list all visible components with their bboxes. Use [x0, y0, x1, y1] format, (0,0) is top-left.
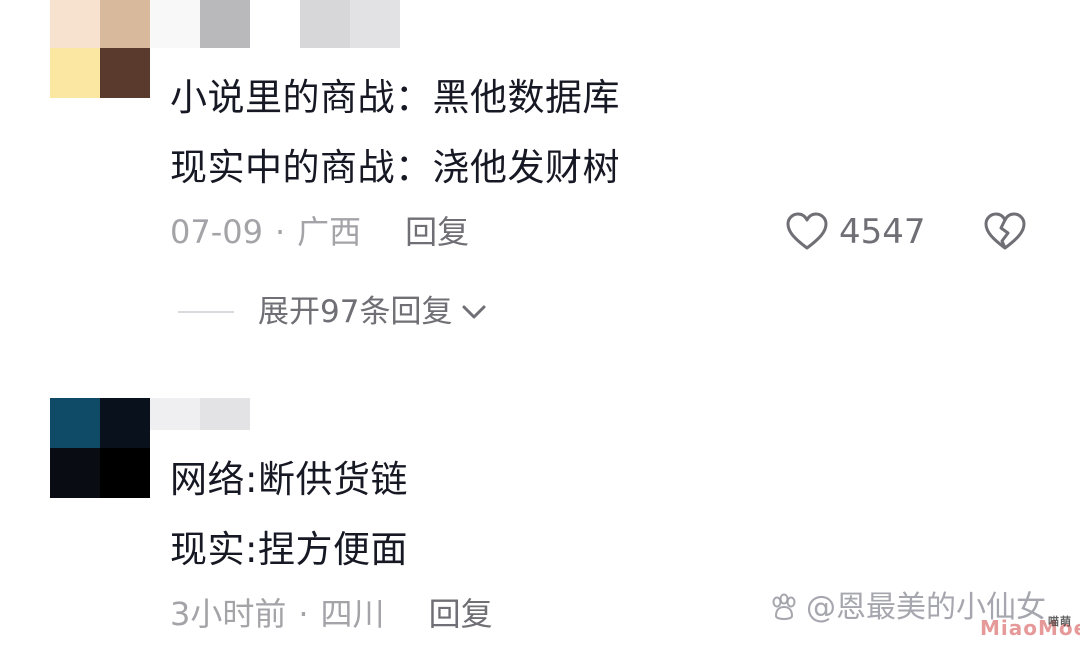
- reply-button[interactable]: 回复: [429, 594, 493, 634]
- site-stamp: MiaoMoe 喵萌: [980, 612, 1080, 644]
- meta-separator: ·: [298, 595, 309, 633]
- chevron-down-icon: [462, 305, 486, 319]
- comment-location: 广西: [297, 213, 362, 251]
- reply-button[interactable]: 回复: [405, 212, 469, 252]
- divider: [178, 311, 234, 313]
- comment-text-line: 现实:捏方便面: [170, 528, 408, 571]
- comment-text-line: 现实中的商战：浇他发财树: [170, 146, 620, 189]
- comment-meta: 07-09 · 广西 回复: [170, 212, 469, 252]
- avatar[interactable]: [50, 398, 150, 498]
- username-redacted[interactable]: [150, 0, 400, 48]
- comment-item: 小说里的商战：黑他数据库 现实中的商战：浇他发财树 07-09 · 广西 回复 …: [0, 0, 1080, 360]
- dislike-button[interactable]: [983, 212, 1027, 252]
- like-count: 4547: [839, 212, 926, 252]
- broken-heart-icon: [984, 212, 1026, 250]
- username-redacted[interactable]: [150, 398, 250, 430]
- comment-location: 四川: [320, 595, 385, 633]
- paw-icon: [772, 593, 796, 620]
- heart-outline-icon: [786, 212, 828, 250]
- comment-date: 07-09: [170, 213, 263, 251]
- meta-separator: ·: [274, 213, 286, 251]
- comment-text-line: 网络:断供货链: [170, 458, 408, 501]
- stamp-subtext: 喵萌: [1048, 615, 1072, 628]
- expand-replies-label: 展开97条回复: [258, 294, 453, 330]
- comment-date: 3小时前: [170, 595, 287, 633]
- comment-meta: 3小时前 · 四川 回复: [170, 594, 493, 634]
- like-button[interactable]: 4547: [785, 212, 926, 252]
- avatar[interactable]: [50, 0, 150, 98]
- comment-text-line: 小说里的商战：黑他数据库: [170, 76, 620, 119]
- expand-replies-button[interactable]: 展开97条回复: [178, 292, 488, 332]
